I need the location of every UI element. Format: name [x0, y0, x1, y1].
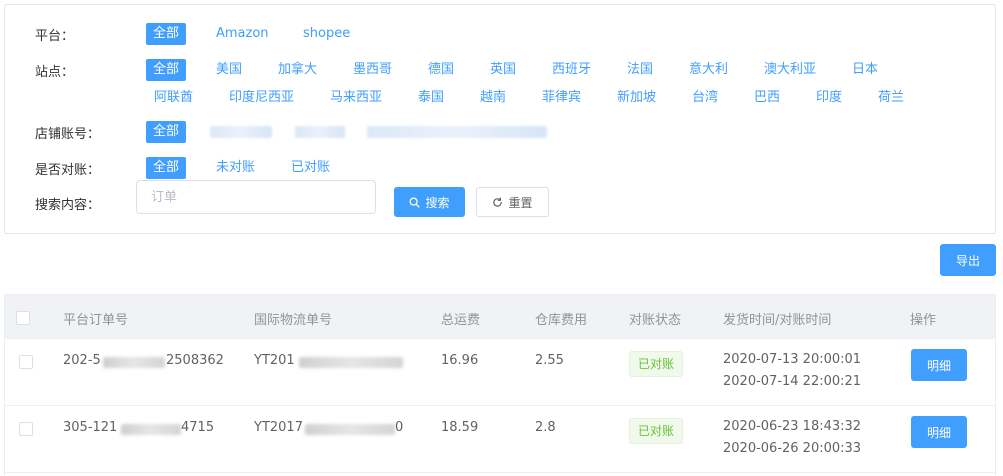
time-cell: 2020-07-13 20:00:01 2020-07-14 22:00:21 [723, 349, 861, 393]
shop-account-option-redacted[interactable] [295, 126, 345, 138]
logistics-prefix: YT2017 [254, 420, 303, 435]
shop-account-option-redacted[interactable] [210, 126, 272, 138]
logistics-prefix: YT201 [254, 353, 295, 368]
row-checkbox[interactable] [19, 355, 33, 369]
detail-button[interactable]: 明细 [911, 416, 967, 448]
col-status: 对账状态 [629, 313, 682, 328]
detail-button[interactable]: 明细 [911, 349, 967, 381]
reconcile-time: 2020-07-14 22:00:21 [723, 374, 862, 389]
platform-order-suffix: 2508362 [166, 353, 224, 368]
site-option-fr[interactable]: 法国 [627, 59, 653, 81]
magnifier-icon [409, 196, 421, 208]
site-option-vn[interactable]: 越南 [480, 87, 506, 109]
col-platform-order: 平台订单号 [63, 313, 129, 328]
site-option-all[interactable]: 全部 [146, 59, 187, 81]
site-option-th[interactable]: 泰国 [418, 87, 444, 109]
platform-order-prefix: 202-5 [63, 353, 101, 368]
table-row: 202-5 2508362 YT201 16.96 2.55 已对账 2020-… [5, 339, 995, 406]
site-option-sg[interactable]: 新加坡 [617, 87, 656, 109]
col-warehouse-fee: 仓库费用 [535, 313, 588, 328]
col-time: 发货时间/对账时间 [723, 313, 832, 328]
orders-table: 平台订单号 国际物流单号 总运费 仓库费用 对账状态 发货时间/对账时间 操作 … [4, 294, 996, 476]
reset-button[interactable]: 重置 [476, 187, 549, 217]
total-freight: 18.59 [441, 420, 479, 435]
platform-order-suffix: 4715 [181, 420, 215, 435]
shop-account-option-all[interactable]: 全部 [146, 121, 187, 143]
export-button[interactable]: 导出 [940, 244, 996, 276]
site-option-br[interactable]: 巴西 [754, 87, 780, 109]
site-option-mx[interactable]: 墨西哥 [353, 59, 392, 81]
platform-option-amazon[interactable]: Amazon [216, 23, 269, 45]
ship-time: 2020-07-13 20:00:01 [723, 352, 862, 367]
site-option-it[interactable]: 意大利 [689, 59, 728, 81]
table-header: 平台订单号 国际物流单号 总运费 仓库费用 对账状态 发货时间/对账时间 操作 [5, 295, 995, 339]
site-option-es[interactable]: 西班牙 [552, 59, 591, 81]
warehouse-fee: 2.8 [535, 420, 556, 435]
time-cell: 2020-06-23 18:43:32 2020-06-26 20:00:33 [723, 416, 861, 460]
platform-option-all[interactable]: 全部 [146, 23, 187, 45]
search-button[interactable]: 搜索 [394, 187, 465, 217]
site-label: 站点： [35, 65, 75, 80]
platform-option-shopee[interactable]: shopee [303, 23, 350, 45]
site-option-nl[interactable]: 荷兰 [878, 87, 904, 109]
platform-label: 平台： [35, 29, 75, 44]
reconciled-option-all[interactable]: 全部 [146, 157, 187, 179]
site-option-my[interactable]: 马来西亚 [330, 87, 382, 109]
total-freight: 16.96 [441, 353, 479, 368]
site-option-us[interactable]: 美国 [216, 59, 242, 81]
reset-button-label: 重置 [508, 195, 533, 210]
site-option-de[interactable]: 德国 [428, 59, 454, 81]
col-action: 操作 [910, 313, 937, 328]
reconciled-option-yes[interactable]: 已对账 [291, 157, 330, 179]
reconcile-time: 2020-06-26 20:00:33 [723, 441, 862, 456]
site-option-jp[interactable]: 日本 [852, 59, 878, 81]
reconciled-label: 是否对账： [35, 163, 101, 178]
status-badge: 已对账 [629, 351, 684, 377]
export-button-label: 导出 [955, 253, 980, 268]
site-option-ph[interactable]: 菲律宾 [542, 87, 581, 109]
site-option-tw[interactable]: 台湾 [692, 87, 718, 109]
refresh-icon [493, 197, 503, 207]
site-option-uk[interactable]: 英国 [490, 59, 516, 81]
redacted-text [299, 357, 403, 368]
status-badge: 已对账 [629, 418, 684, 444]
warehouse-fee: 2.55 [535, 353, 564, 368]
search-input[interactable] [136, 180, 376, 214]
shop-account-label: 店铺账号： [35, 127, 101, 142]
select-all-checkbox[interactable] [16, 311, 30, 325]
search-button-label: 搜索 [425, 195, 450, 210]
site-option-in[interactable]: 印度 [816, 87, 842, 109]
redacted-text [103, 357, 165, 368]
col-logistics-no: 国际物流单号 [254, 313, 333, 328]
search-label: 搜索内容： [35, 198, 101, 213]
site-option-ae[interactable]: 阿联酋 [154, 87, 193, 109]
shop-account-option-redacted[interactable] [367, 126, 547, 138]
redacted-text [121, 424, 181, 435]
ship-time: 2020-06-23 18:43:32 [723, 419, 862, 434]
logistics-suffix: 0 [395, 420, 404, 435]
reconciled-option-no[interactable]: 未对账 [216, 157, 255, 179]
col-total-freight: 总运费 [441, 313, 481, 328]
site-option-au[interactable]: 澳大利亚 [764, 59, 816, 81]
platform-order-prefix: 305-121 [63, 420, 118, 435]
redacted-text [305, 424, 395, 435]
site-option-ca[interactable]: 加拿大 [278, 59, 317, 81]
site-option-id[interactable]: 印度尼西亚 [229, 87, 294, 109]
row-checkbox[interactable] [19, 422, 33, 436]
table-row: 305-121 4715 YT2017 0 18.59 2.8 已对账 2020… [5, 406, 995, 473]
